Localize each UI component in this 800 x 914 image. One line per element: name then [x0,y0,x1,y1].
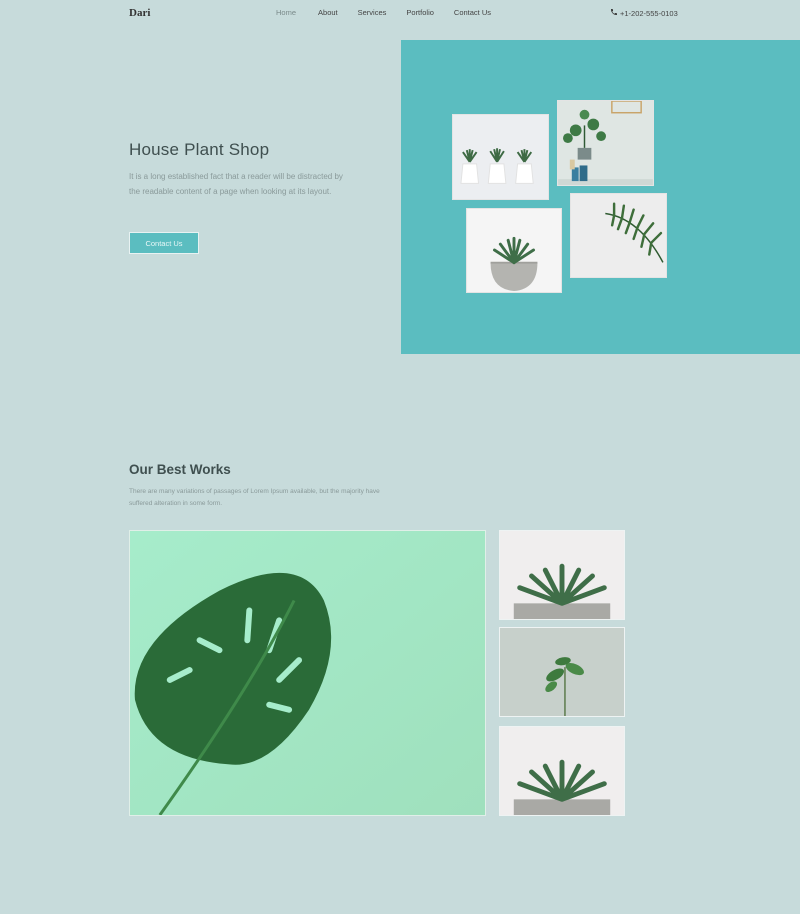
works-description: There are many variations of passages of… [129,488,380,507]
pilea-plant-image [557,100,654,186]
nav-home[interactable]: Home [276,8,296,17]
phone-number: +1-202-555-0103 [620,8,678,18]
nav-services[interactable]: Services [358,8,387,17]
hero-description: It is a long established fact that a rea… [129,172,343,196]
succulent-pot-image [466,208,562,293]
nav-about[interactable]: About [318,8,338,17]
nav-contact-us[interactable]: Contact Us [454,8,491,17]
phone-contact[interactable]: +1-202-555-0103 [610,8,678,18]
main-nav: Home About Services Portfolio Contact Us [276,8,491,17]
nav-portfolio[interactable]: Portfolio [406,8,434,17]
small-plant-image[interactable] [499,627,625,717]
succulent-closeup-image-1[interactable] [499,530,625,620]
phone-icon [610,8,618,18]
succulent-closeup-image-2[interactable] [499,726,625,816]
brand-logo[interactable]: Dari [129,7,150,19]
hero-title: House Plant Shop [129,140,270,159]
fern-leaf-image [570,193,667,278]
works-title: Our Best Works [129,462,231,477]
three-succulents-image [452,114,549,200]
contact-us-button[interactable]: Contact Us [129,232,199,254]
monstera-leaf-image[interactable] [129,530,486,816]
